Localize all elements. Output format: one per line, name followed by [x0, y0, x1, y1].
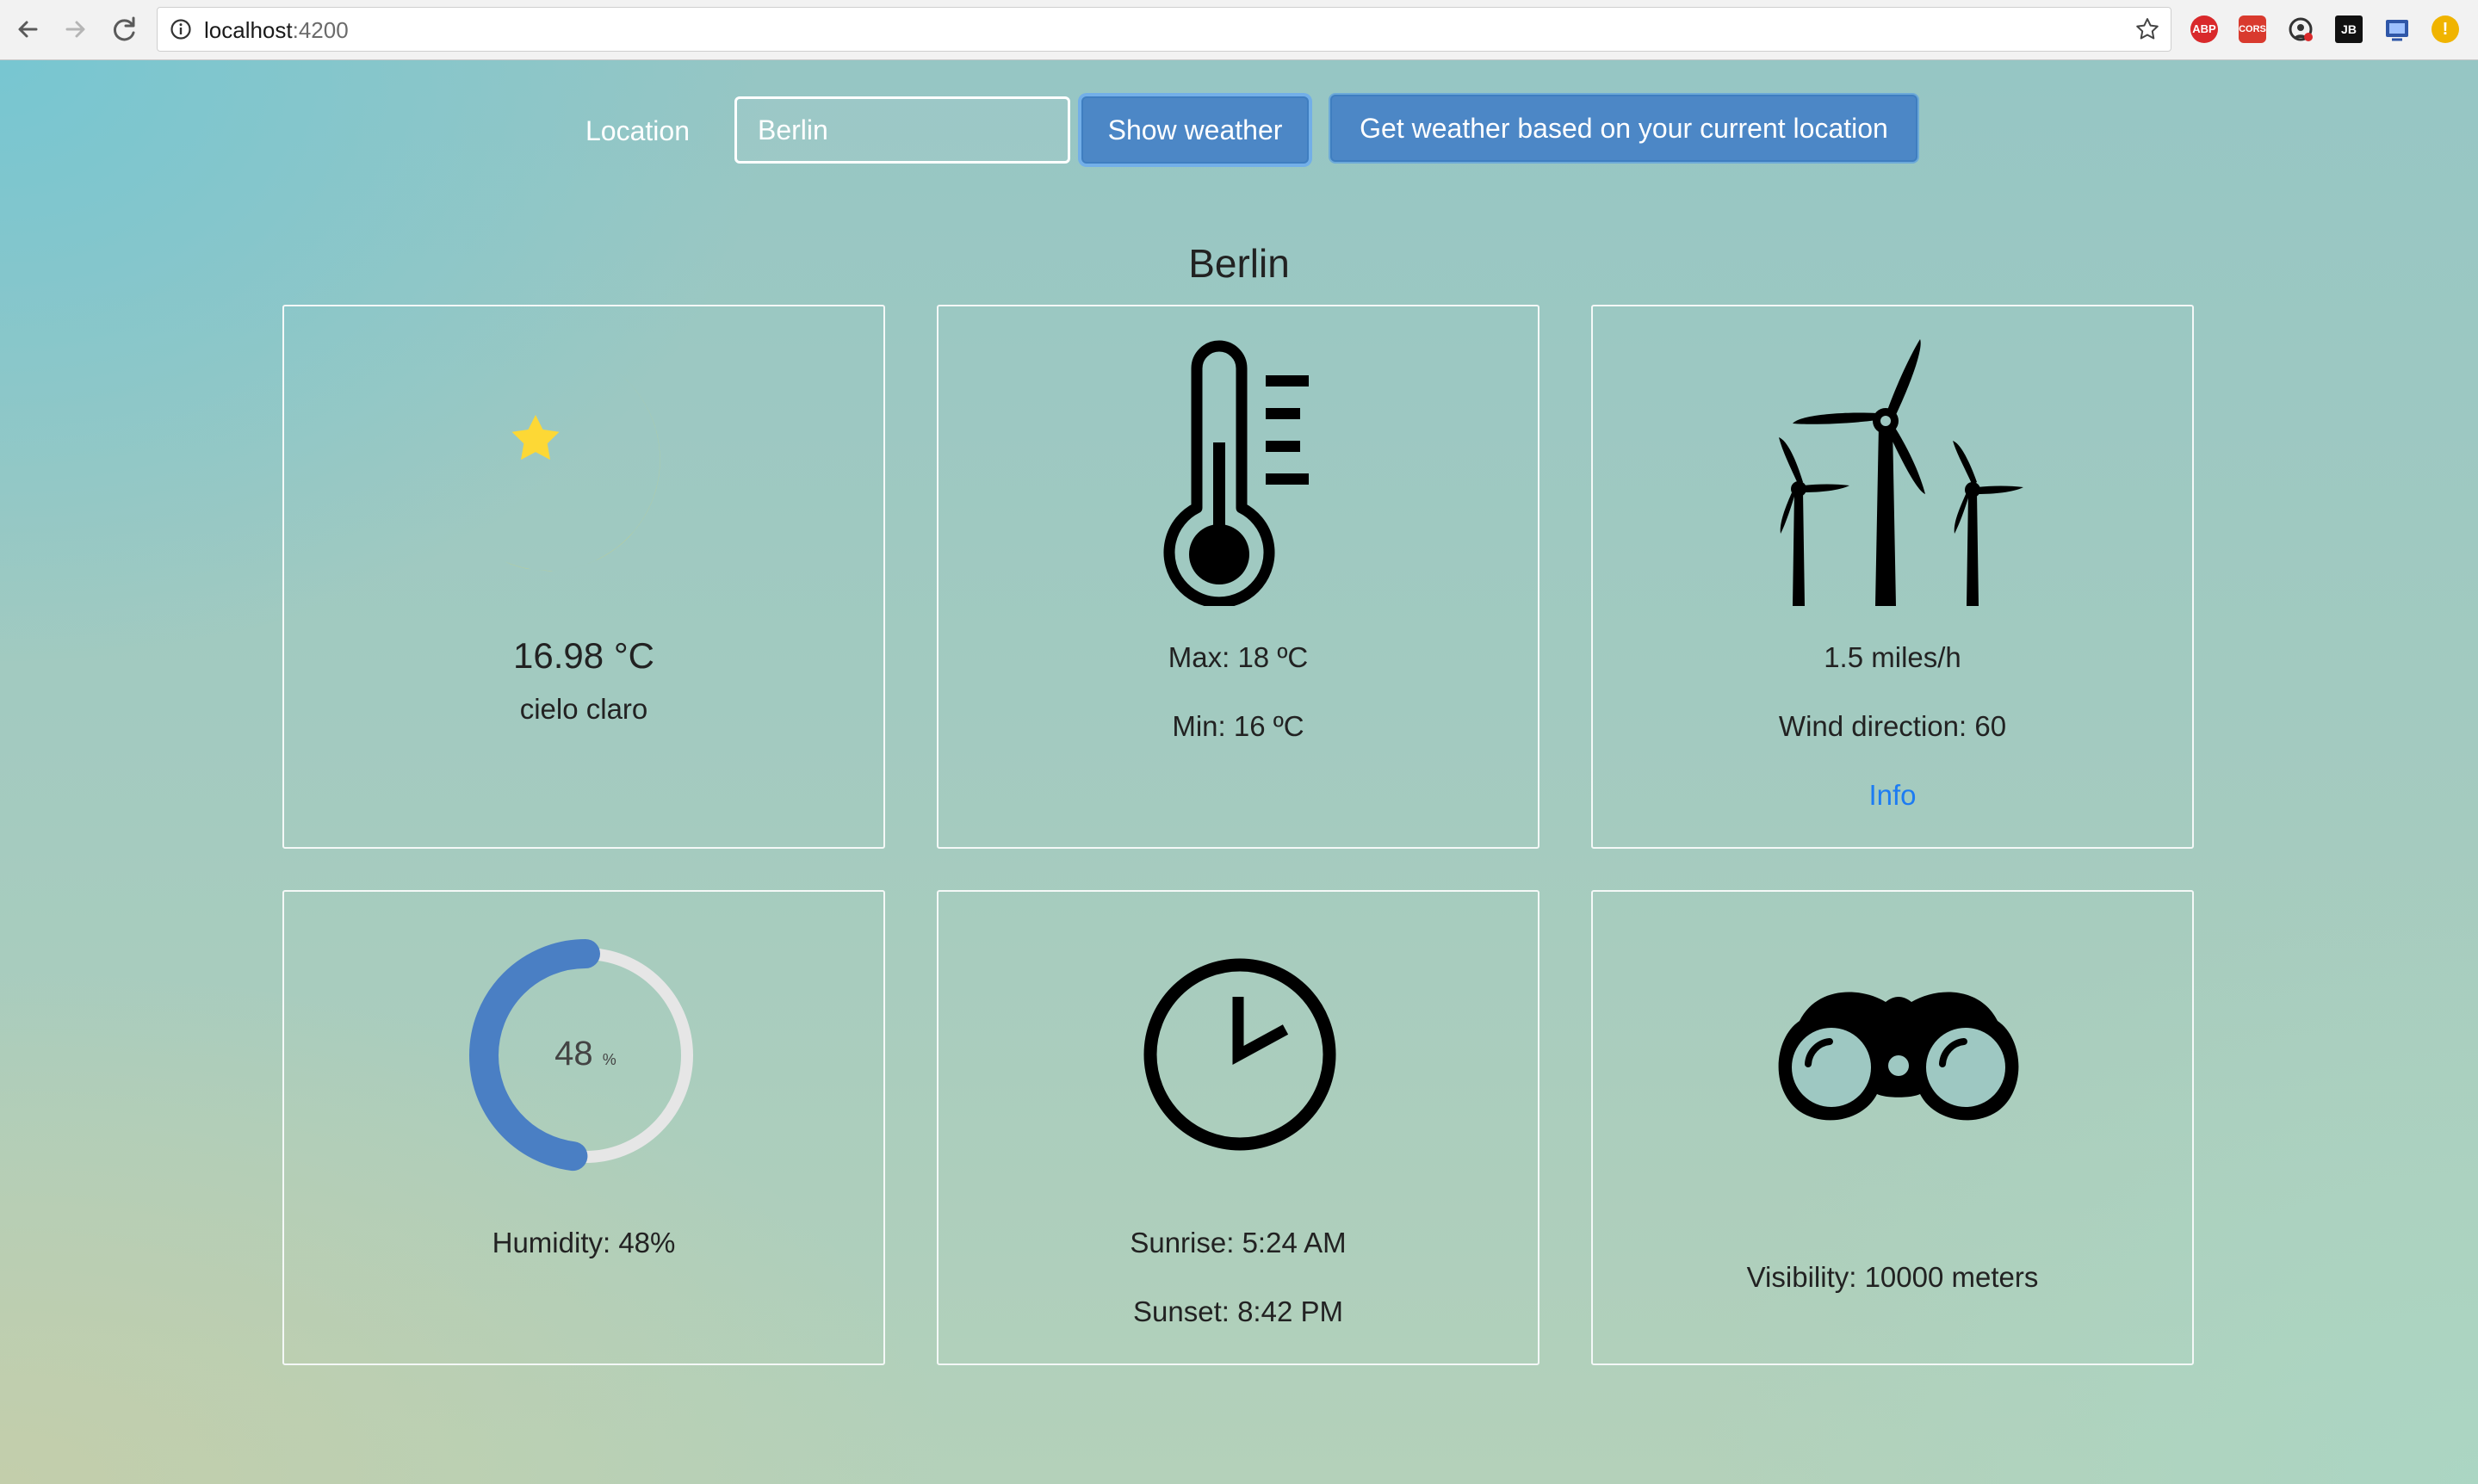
- weather-description: cielo claro: [519, 693, 648, 725]
- wind-card: 1.5 miles/h Wind direction: 60 Info: [1591, 305, 2194, 849]
- wind-turbines-icon: [1779, 339, 2023, 606]
- wind-direction: Wind direction: 60: [1778, 710, 2007, 742]
- reload-icon[interactable]: [107, 12, 141, 46]
- location-label: Location: [585, 115, 690, 146]
- privacy-extension-icon[interactable]: [2287, 15, 2314, 43]
- weather-page: Location Show weather Get weather based …: [0, 60, 2478, 1484]
- wind-info-link[interactable]: Info: [1593, 778, 2192, 813]
- humidity-gauge-unit: %: [602, 1051, 616, 1068]
- url-port: :4200: [292, 17, 349, 43]
- thermometer-icon: [1163, 340, 1309, 606]
- location-input[interactable]: [734, 96, 1070, 164]
- adblock-extension-icon[interactable]: ABP: [2190, 15, 2218, 43]
- humidity-gauge: 48 %: [468, 938, 703, 1172]
- jetbrains-label: JB: [2341, 22, 2357, 36]
- visibility-label: Visibility: 10000 meters: [1746, 1261, 2039, 1293]
- url-host: localhost: [204, 17, 293, 43]
- temperature-range-card: Max: 18 ºC Min: 16 ºC: [937, 305, 1539, 849]
- jetbrains-extension-icon[interactable]: JB: [2335, 15, 2363, 43]
- screen-extension-icon[interactable]: [2383, 15, 2411, 43]
- browser-toolbar: localhost:4200 ABP CORS JB !: [0, 0, 2478, 60]
- city-title: Berlin: [1188, 241, 1290, 286]
- binoculars-icon: [1778, 992, 2019, 1121]
- max-temperature: Max: 18 ºC: [1168, 641, 1309, 673]
- warning-extension-icon[interactable]: !: [2432, 15, 2459, 43]
- clock-icon: [1143, 958, 1336, 1151]
- moon-star-icon: [491, 365, 660, 572]
- visibility-card: Visibility: 10000 meters: [1591, 890, 2194, 1365]
- current-location-weather-button[interactable]: Get weather based on your current locati…: [1330, 95, 1917, 162]
- humidity-gauge-number: 48: [554, 1035, 593, 1073]
- adblock-label: ABP: [2192, 22, 2216, 35]
- humidity-gauge-value: 48 %: [468, 1036, 703, 1077]
- show-weather-button[interactable]: Show weather: [1081, 96, 1309, 164]
- url-text[interactable]: localhost:4200: [204, 18, 349, 42]
- humidity-label: Humidity: 48%: [492, 1227, 676, 1258]
- cors-label: CORS: [2239, 24, 2266, 34]
- bookmark-star-icon[interactable]: [2134, 16, 2160, 42]
- sunrise-time: Sunrise: 5:24 AM: [1130, 1227, 1347, 1258]
- min-temperature: Min: 16 ºC: [1172, 710, 1304, 742]
- sunset-time: Sunset: 8:42 PM: [1133, 1295, 1343, 1327]
- current-weather-card: 16.98 °C cielo claro: [282, 305, 885, 849]
- back-icon[interactable]: [10, 12, 45, 46]
- cors-extension-icon[interactable]: CORS: [2239, 15, 2266, 43]
- address-bar[interactable]: localhost:4200: [157, 7, 2171, 52]
- current-temperature: 16.98 °C: [513, 635, 654, 676]
- sunrise-sunset-card: Sunrise: 5:24 AM Sunset: 8:42 PM: [937, 890, 1539, 1365]
- forward-icon[interactable]: [59, 12, 93, 46]
- info-icon[interactable]: [170, 18, 192, 40]
- humidity-card: 48 % Humidity: 48%: [282, 890, 885, 1365]
- wind-speed: 1.5 miles/h: [1824, 641, 1961, 673]
